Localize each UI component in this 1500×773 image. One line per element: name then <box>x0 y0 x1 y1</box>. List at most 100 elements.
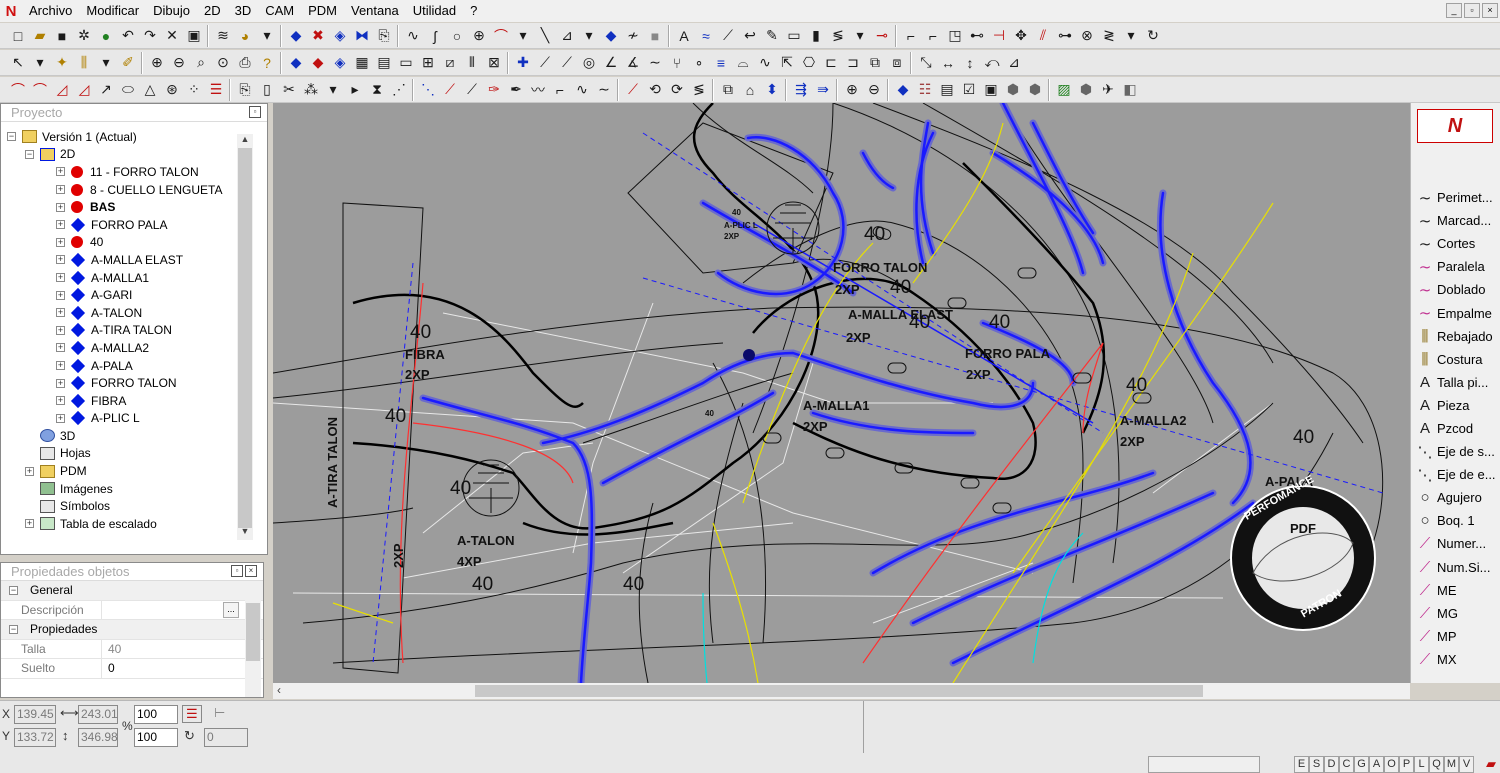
block-icon[interactable]: ■ <box>644 25 666 47</box>
close-button[interactable]: × <box>1482 3 1498 18</box>
collapse-icon[interactable]: − <box>7 132 16 142</box>
tree-piece-item[interactable]: +11 - FORRO TALON <box>7 163 239 181</box>
expand-icon[interactable]: + <box>56 325 65 335</box>
move-cross-icon[interactable]: ✥ <box>1010 25 1032 47</box>
properties-scroll-thumb[interactable] <box>246 603 260 661</box>
swirl-icon[interactable]: ∿ <box>571 79 593 101</box>
up-down-icon[interactable]: ⬍ <box>761 79 783 101</box>
mode-toggle[interactable]: G <box>1354 756 1369 773</box>
collapse-icon[interactable]: − <box>25 149 34 159</box>
tool-item[interactable]: ∼ Perimet... <box>1415 186 1500 209</box>
dash-icon[interactable]: ⊷ <box>966 25 988 47</box>
text-icon[interactable]: A <box>673 25 695 47</box>
tree-root[interactable]: − Versión 1 (Actual) <box>7 128 239 146</box>
measure-h-icon[interactable]: ↔ <box>937 52 959 74</box>
tree-piece-item[interactable]: + A-GARI <box>7 286 239 304</box>
props-section-propiedades[interactable]: − Propiedades <box>1 620 263 640</box>
properties-scrollbar[interactable] <box>245 583 261 697</box>
expand-icon[interactable]: + <box>56 396 65 406</box>
tool-item[interactable]: ∼ Paralela <box>1415 255 1500 278</box>
brush-icon[interactable]: ⫼ <box>73 52 95 74</box>
tool-item[interactable]: ○ Agujero <box>1415 486 1500 509</box>
dropdown-arrow-icon[interactable]: ▾ <box>578 25 600 47</box>
move-icon[interactable]: ◆ <box>285 25 307 47</box>
tree-piece-item[interactable]: + A-PALA <box>7 357 239 375</box>
shape-icon[interactable]: ⌂ <box>739 79 761 101</box>
triangle-icon[interactable]: △ <box>139 79 161 101</box>
image-icon[interactable]: ▨ <box>1053 79 1075 101</box>
stack-icon[interactable]: ≡ <box>710 52 732 74</box>
tree-piece-item[interactable]: + BAS <box>7 198 239 216</box>
spiral-icon[interactable]: ⊛ <box>161 79 183 101</box>
curve-measure-icon[interactable]: ⤺ <box>981 52 1003 74</box>
highlighter-icon[interactable]: ✐ <box>117 52 139 74</box>
bracket-alt-icon[interactable]: ⊐ <box>842 52 864 74</box>
palette-icon[interactable]: ◕ <box>234 25 256 47</box>
menu-help[interactable]: ? <box>463 0 484 22</box>
menu-2d[interactable]: 2D <box>197 0 228 22</box>
collapse-icon[interactable]: − <box>9 585 18 595</box>
rotate-icon[interactable]: ⟲ <box>644 79 666 101</box>
scroll-down-icon[interactable]: ▼ <box>237 526 253 540</box>
bars-icon[interactable]: ▤ <box>373 52 395 74</box>
marker-red-icon[interactable]: ⟋ <box>622 79 644 101</box>
wave-line-icon[interactable]: 〰 <box>527 79 549 101</box>
slash-alt-icon[interactable]: ⟋ <box>461 79 483 101</box>
mode-toggle[interactable]: V <box>1459 756 1474 773</box>
tools-icon[interactable]: ✕ <box>161 25 183 47</box>
nodes-icon[interactable]: ⁂ <box>300 79 322 101</box>
menu-archivo[interactable]: Archivo <box>22 0 79 22</box>
redo-icon[interactable]: ↷ <box>139 25 161 47</box>
tilde-icon[interactable]: ∼ <box>644 52 666 74</box>
stamp-icon[interactable]: ▮ <box>805 25 827 47</box>
expand-icon[interactable]: + <box>56 185 65 195</box>
tilde-alt-icon[interactable]: ∼ <box>593 79 615 101</box>
tree-split-icon[interactable]: ⊢ <box>214 705 225 721</box>
zoom-in-icon[interactable]: ⊕ <box>841 79 863 101</box>
pointer-alt-icon[interactable]: ⇱ <box>776 52 798 74</box>
blob-icon[interactable]: ⬢ <box>1002 79 1024 101</box>
mode-toggle[interactable]: D <box>1324 756 1339 773</box>
tree-piece-item[interactable]: +40 <box>7 234 239 252</box>
rotation-input[interactable]: 0 <box>204 728 248 747</box>
tree-piece-item[interactable]: + A-MALLA1 <box>7 269 239 287</box>
scroll-left-icon[interactable]: ‹ <box>277 683 281 697</box>
dropdown-arrow-icon[interactable]: ▾ <box>512 25 534 47</box>
expand-icon[interactable]: + <box>56 167 65 177</box>
tree-piece-item[interactable]: + FIBRA <box>7 392 239 410</box>
table-icon[interactable]: ▤ <box>936 79 958 101</box>
tool-item[interactable]: ○ Boq. 1 <box>1415 509 1500 532</box>
mode-toggle[interactable]: M <box>1444 756 1459 773</box>
paste-icon[interactable]: ▯ <box>256 79 278 101</box>
select-icon[interactable]: ◈ <box>329 25 351 47</box>
screen-icon[interactable]: ▣ <box>980 79 1002 101</box>
save-icon[interactable]: ■ <box>51 25 73 47</box>
expand-icon[interactable]: + <box>56 378 65 388</box>
line-icon[interactable]: ╲ <box>534 25 556 47</box>
menu-utilidad[interactable]: Utilidad <box>406 0 463 22</box>
clipboard-icon[interactable]: ⎘ <box>234 79 256 101</box>
expand-icon[interactable]: + <box>56 273 65 283</box>
tool-item[interactable]: ∼ Empalme <box>1415 301 1500 324</box>
copy-icon[interactable]: ⎘ <box>373 25 395 47</box>
minimize-button[interactable]: _ <box>1446 3 1462 18</box>
copy-alt-icon[interactable]: ⧉ <box>864 52 886 74</box>
tree-piece-item[interactable]: + A-TALON <box>7 304 239 322</box>
knife-icon[interactable]: ⟋ <box>717 25 739 47</box>
columns-icon[interactable]: ⫴ <box>461 52 483 74</box>
arrow-right-icon[interactable]: ▸ <box>344 79 366 101</box>
hook-icon[interactable]: ↩ <box>739 25 761 47</box>
shirt-icon[interactable]: ⎔ <box>798 52 820 74</box>
zoom-window-icon[interactable]: ⊖ <box>168 52 190 74</box>
mode-toggle[interactable]: Q <box>1429 756 1444 773</box>
arc-4-icon[interactable]: ◿ <box>73 79 95 101</box>
pin-icon[interactable]: ✚ <box>512 52 534 74</box>
tool-item[interactable]: A Pieza <box>1415 394 1500 417</box>
scroll-up-icon[interactable]: ▲ <box>237 134 253 148</box>
bend-icon[interactable]: ⌓ <box>732 52 754 74</box>
properties-icon[interactable]: ▣ <box>183 25 205 47</box>
menu-ventana[interactable]: Ventana <box>344 0 406 22</box>
browse-button[interactable]: ... <box>223 601 239 618</box>
expand-icon[interactable]: + <box>56 220 65 230</box>
tree-scroll-thumb[interactable] <box>238 148 252 528</box>
